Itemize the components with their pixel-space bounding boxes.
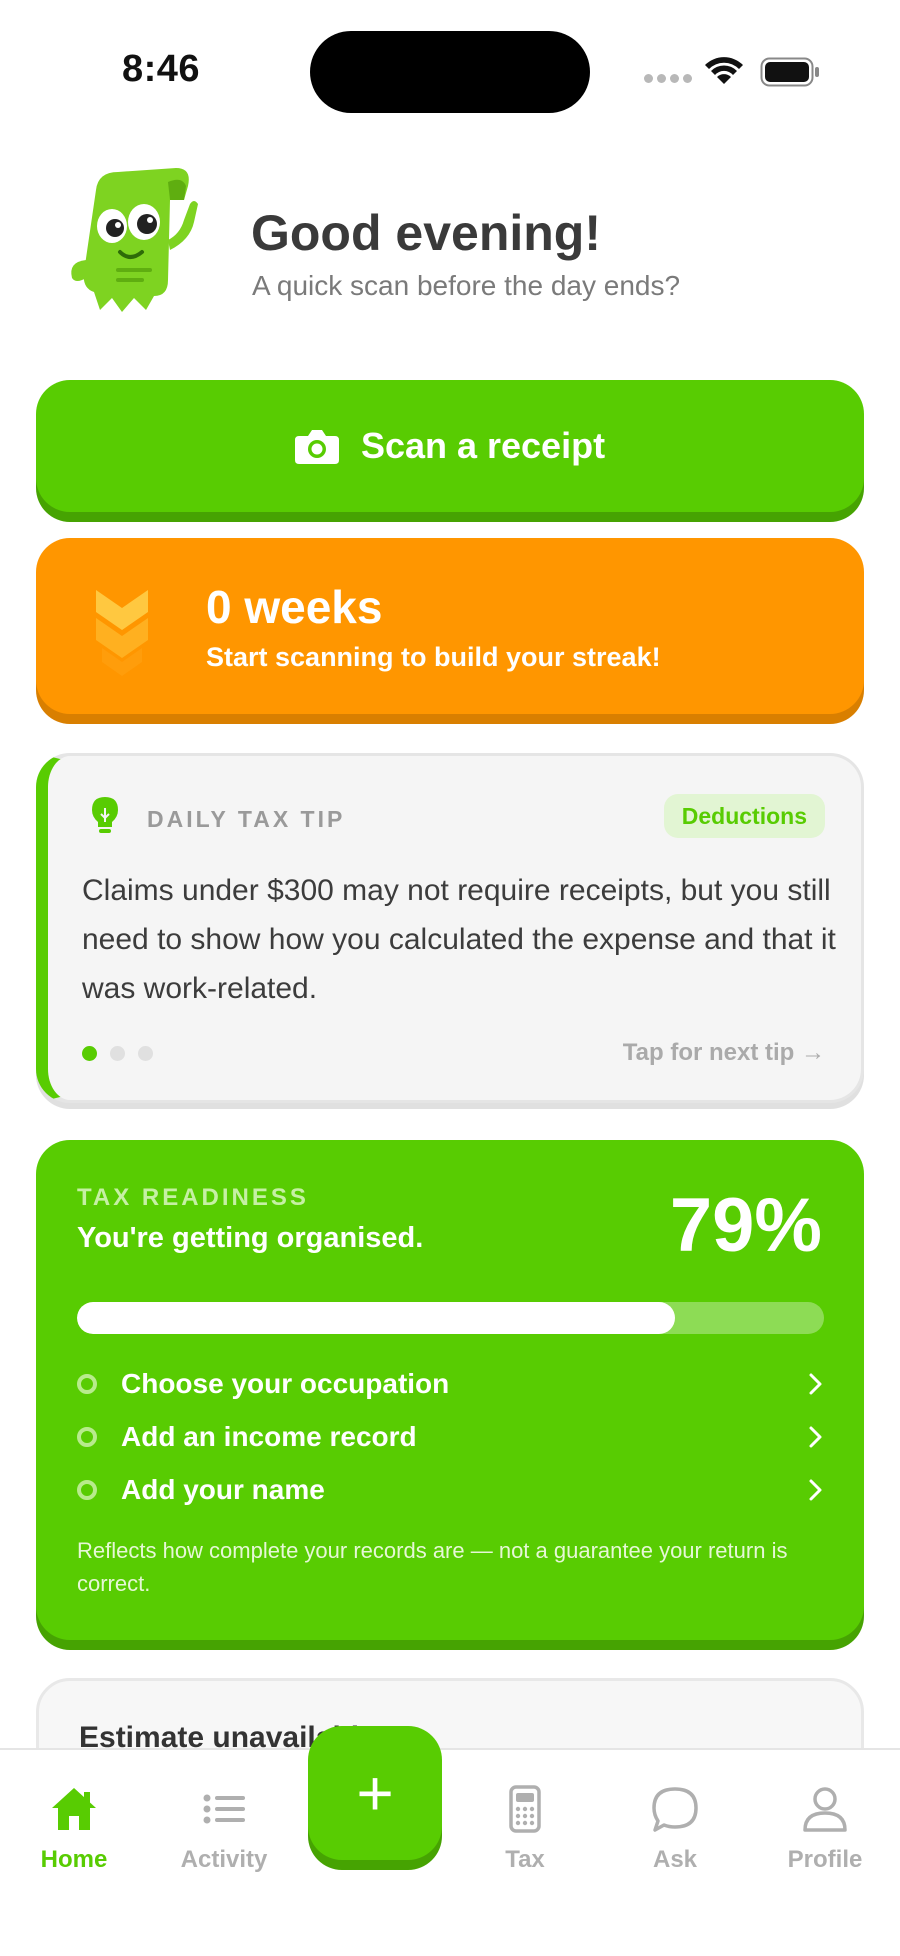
person-icon	[803, 1787, 847, 1832]
tab-activity[interactable]: Activity	[154, 1784, 294, 1884]
tab-label: Tax	[505, 1846, 545, 1873]
page-dot	[110, 1046, 125, 1061]
greeting-title: Good evening!	[251, 205, 601, 261]
tax-readiness-percent: 79%	[669, 1183, 822, 1268]
lightbulb-icon	[92, 797, 118, 833]
tab-tax[interactable]: Tax	[455, 1784, 595, 1884]
tip-text: Claims under $300 may not require receip…	[82, 874, 836, 1005]
unchecked-circle-icon	[77, 1427, 97, 1447]
page-dot	[138, 1046, 153, 1061]
tip-page-indicator	[82, 1046, 153, 1061]
next-tip-link[interactable]: Tap for next tip →	[623, 1039, 825, 1067]
checklist-item-name[interactable]: Add your name	[77, 1468, 824, 1512]
tax-readiness-disclaimer: Reflects how complete your records are —…	[77, 1538, 788, 1596]
tab-profile[interactable]: Profile	[755, 1784, 895, 1884]
streak-card[interactable]: 0 weeks Start scanning to build your str…	[36, 538, 864, 714]
tax-readiness-kicker: TAX READINESS	[77, 1184, 309, 1211]
checklist-item-label: Add your name	[121, 1474, 325, 1505]
tab-label: Activity	[180, 1846, 268, 1873]
checklist-item-label: Add an income record	[121, 1421, 417, 1452]
chat-bubble-icon	[652, 1787, 698, 1832]
tax-readiness-progress-fill	[77, 1302, 675, 1334]
tip-category-badge: Deductions	[663, 794, 825, 838]
tab-label: Home	[40, 1846, 108, 1873]
chevron-right-icon	[809, 1373, 822, 1395]
greeting-subtitle: A quick scan before the day ends?	[252, 270, 681, 301]
tab-home[interactable]: Home	[4, 1784, 144, 1884]
daily-tip-card[interactable]: DAILY TAX TIP Deductions Claims under $3…	[36, 753, 864, 1103]
plus-icon: +	[356, 1757, 394, 1829]
bottom-tab-bar: Home Activity Tax Ask Profile	[0, 1748, 900, 1956]
tip-kicker: DAILY TAX TIP	[147, 806, 346, 832]
streak-subtitle: Start scanning to build your streak!	[206, 642, 661, 672]
page-dot	[82, 1046, 97, 1061]
cellular-signal-icon	[644, 74, 692, 83]
checklist-item-label: Choose your occupation	[121, 1368, 450, 1399]
battery-icon	[760, 57, 819, 87]
tax-readiness-progress-bar	[77, 1302, 824, 1334]
scan-receipt-label: Scan a receipt	[360, 425, 606, 466]
tax-readiness-card[interactable]: TAX READINESS You're getting organised. …	[36, 1140, 864, 1640]
status-time: 8:46	[122, 48, 201, 90]
tax-readiness-subtitle: You're getting organised.	[77, 1222, 424, 1254]
calculator-icon	[509, 1785, 541, 1833]
tab-label: Ask	[652, 1846, 698, 1873]
camera-icon	[294, 430, 339, 464]
checklist-item-occupation[interactable]: Choose your occupation	[77, 1362, 824, 1406]
dynamic-island	[310, 31, 590, 113]
unchecked-circle-icon	[77, 1480, 97, 1500]
status-bar: 8:46	[0, 0, 900, 150]
receipt-mascot-icon	[71, 168, 198, 312]
wifi-icon	[705, 57, 743, 84]
list-icon	[203, 1794, 245, 1824]
home-icon	[52, 1788, 96, 1830]
streak-title: 0 weeks	[206, 581, 383, 633]
chevron-right-icon	[809, 1479, 822, 1501]
checklist-item-income[interactable]: Add an income record	[77, 1415, 824, 1459]
chevron-right-icon	[809, 1426, 822, 1448]
tab-label: Profile	[787, 1846, 863, 1873]
unchecked-circle-icon	[77, 1374, 97, 1394]
add-button[interactable]: +	[308, 1726, 442, 1860]
tab-ask[interactable]: Ask	[605, 1784, 745, 1884]
scan-receipt-button[interactable]: Scan a receipt	[36, 380, 864, 512]
